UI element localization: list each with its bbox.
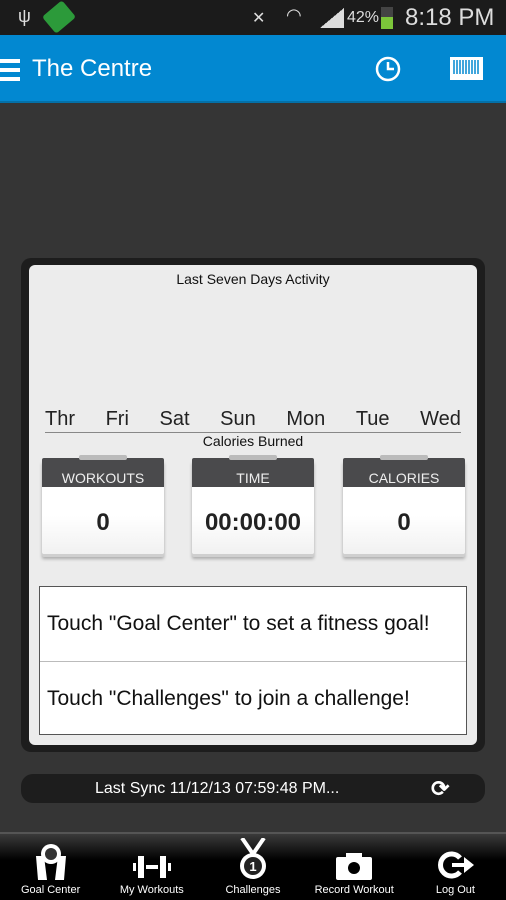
refresh-icon[interactable]: ⟳ xyxy=(431,776,449,802)
stat-label: WORKOUTS xyxy=(42,458,164,487)
medal-icon: 1 xyxy=(240,838,266,879)
workouts-stat: WORKOUTS 0 xyxy=(42,455,164,554)
nav-log-out[interactable]: Log Out xyxy=(405,834,506,900)
barcode-icon[interactable] xyxy=(450,57,483,80)
day-label: Wed xyxy=(420,408,461,430)
stat-label: CALORIES xyxy=(343,458,465,487)
satellite-icon xyxy=(41,0,77,34)
chart-axis-label: Calories Burned xyxy=(202,433,304,449)
battery-percent: 42% xyxy=(347,9,380,26)
nav-label: Goal Center xyxy=(20,884,81,896)
nav-challenges[interactable]: 1 Challenges xyxy=(202,834,303,900)
nav-label: Log Out xyxy=(435,884,475,896)
clock-icon[interactable] xyxy=(375,56,401,82)
day-label: Fri xyxy=(105,408,129,430)
usb-icon: ψ xyxy=(18,6,31,26)
bottom-nav: Goal Center My Workouts 1 Challenges Rec… xyxy=(0,832,506,900)
day-label: Sun xyxy=(220,408,256,430)
camera-icon xyxy=(336,853,373,880)
logout-icon xyxy=(438,851,475,879)
chart-title: Last Seven Days Activity xyxy=(176,271,330,287)
challenge-message[interactable]: Touch "Challenges" to join a challenge! xyxy=(40,661,466,735)
chart-x-axis: Thr Fri Sat Sun Mon Tue Wed xyxy=(45,408,461,433)
nav-label: Challenges xyxy=(225,884,281,896)
status-bar: ψ ✕ ◠ 42% 8:18 PM xyxy=(0,0,506,35)
message-list: Touch "Goal Center" to set a fitness goa… xyxy=(39,586,467,735)
stat-value: 0 xyxy=(96,509,110,536)
nav-my-workouts[interactable]: My Workouts xyxy=(101,834,202,900)
menu-icon[interactable] xyxy=(0,59,20,81)
nav-goal-center[interactable]: Goal Center xyxy=(0,834,101,900)
stat-value: 0 xyxy=(397,509,411,536)
calories-stat: CALORIES 0 xyxy=(343,455,465,554)
goal-message[interactable]: Touch "Goal Center" to set a fitness goa… xyxy=(40,587,466,661)
stat-value: 00:00:00 xyxy=(204,509,302,536)
mute-icon: ✕ xyxy=(252,10,266,27)
day-label: Mon xyxy=(286,408,326,430)
wifi-icon: ◠ xyxy=(286,5,302,25)
clock-time: 8:18 PM xyxy=(405,4,495,31)
nav-label: My Workouts xyxy=(119,884,184,896)
activity-card: Last Seven Days Activity Thr Fri Sat Sun… xyxy=(21,258,485,752)
day-label: Thr xyxy=(45,408,75,430)
app-bar: The Centre xyxy=(0,35,506,103)
signal-icon xyxy=(320,8,344,28)
day-label: Tue xyxy=(355,408,390,430)
dumbbell-icon xyxy=(132,856,171,878)
time-stat: TIME 00:00:00 xyxy=(192,455,314,554)
nav-label: Record Workout xyxy=(314,884,394,896)
last-sync-text: Last Sync 11/12/13 07:59:48 PM... xyxy=(95,780,340,797)
sync-bar: Last Sync 11/12/13 07:59:48 PM... ⟳ xyxy=(21,774,485,803)
scale-icon xyxy=(35,844,66,880)
day-label: Sat xyxy=(159,408,190,430)
page-title: The Centre xyxy=(32,55,153,82)
nav-record-workout[interactable]: Record Workout xyxy=(304,834,405,900)
battery-icon xyxy=(381,7,393,29)
stat-label: TIME xyxy=(192,458,314,487)
svg-text:1: 1 xyxy=(249,859,256,874)
